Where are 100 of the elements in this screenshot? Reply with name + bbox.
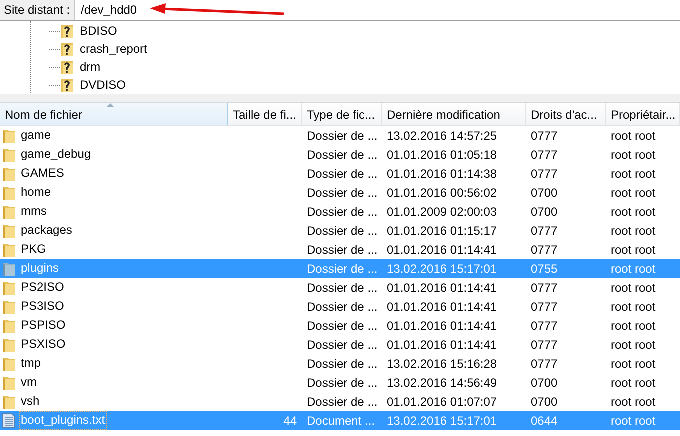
table-cell: 13.02.2016 14:56:49 — [387, 376, 498, 390]
file-row[interactable]: packages Dossier de ... 01.01.2016 01:15:17 0777 root root — [0, 221, 680, 240]
file-name: tmp — [20, 355, 42, 372]
file-row[interactable]: game_debug Dossier de ... 01.01.2016 01:05:18 0777 root root — [0, 145, 680, 164]
column-header[interactable]: Type de fic... — [302, 103, 382, 125]
file-name: PS2ISO — [20, 279, 66, 296]
file-name: PSPISO — [20, 317, 67, 334]
table-cell: 0700 — [531, 204, 558, 218]
unknown-folder-icon — [60, 23, 74, 39]
table-cell: 0777 — [531, 148, 558, 162]
tree-item[interactable]: DVDISO — [80, 78, 126, 92]
table-cell: 0777 — [531, 356, 558, 370]
folder-icon — [2, 280, 16, 296]
table-cell: Dossier de ... — [307, 262, 378, 276]
folder-icon — [2, 146, 16, 162]
table-cell: Dossier de ... — [307, 204, 378, 218]
remote-site-label: Site distant : — [0, 0, 76, 20]
table-cell: Dossier de ... — [307, 128, 378, 142]
column-header[interactable]: Droits d'ac... — [526, 103, 606, 125]
table-cell: Dossier de ... — [307, 338, 378, 352]
file-name: vsh — [20, 393, 41, 410]
file-row[interactable]: GAMES Dossier de ... 01.01.2016 01:14:38 0777 root root — [0, 164, 680, 183]
table-cell: Dossier de ... — [307, 166, 378, 180]
file-name: PKG — [20, 241, 48, 258]
column-header[interactable]: Propriétair... — [606, 103, 680, 125]
folder-icon — [2, 356, 16, 372]
document-icon — [2, 412, 16, 428]
table-cell: Document ... — [307, 414, 376, 428]
table-cell: root root — [611, 300, 656, 314]
table-cell: Dossier de ... — [307, 394, 378, 408]
folder-icon — [2, 394, 16, 410]
file-name: mms — [20, 203, 48, 220]
table-cell: 13.02.2016 14:57:25 — [387, 128, 498, 142]
file-name: GAMES — [20, 165, 66, 182]
tree-item[interactable]: drm — [80, 60, 101, 74]
table-cell: root root — [611, 186, 656, 200]
table-cell: 01.01.2016 01:14:41 — [387, 280, 498, 294]
table-cell: 0777 — [531, 280, 558, 294]
unknown-folder-icon — [60, 59, 74, 75]
file-name: plugins — [20, 260, 60, 277]
file-row[interactable]: game Dossier de ... 13.02.2016 14:57:25 0777 root root — [0, 126, 680, 145]
file-name: PSXISO — [20, 336, 67, 353]
folder-icon — [2, 242, 16, 258]
file-row[interactable]: tmp Dossier de ... 13.02.2016 15:16:28 0777 root root — [0, 354, 680, 373]
table-cell: 01.01.2016 01:07:07 — [387, 394, 498, 408]
table-cell: 0700 — [531, 394, 558, 408]
column-header[interactable]: Dernière modification — [382, 103, 526, 125]
file-row[interactable]: mms Dossier de ... 01.01.2009 02:00:03 0700 root root — [0, 202, 680, 221]
table-cell: 0644 — [531, 414, 558, 428]
file-row[interactable]: PS2ISO Dossier de ... 01.01.2016 01:14:41 0777 root root — [0, 278, 680, 297]
table-cell: 01.01.2009 02:00:03 — [387, 204, 498, 218]
table-cell: root root — [611, 356, 656, 370]
table-cell: 0777 — [531, 224, 558, 238]
file-row[interactable]: home Dossier de ... 01.01.2016 00:56:02 0700 root root — [0, 183, 680, 202]
table-cell: root root — [611, 242, 656, 256]
table-cell: Dossier de ... — [307, 148, 378, 162]
table-cell: 0777 — [531, 338, 558, 352]
file-row[interactable]: vm Dossier de ... 13.02.2016 14:56:49 0700 root root — [0, 373, 680, 392]
file-name: vm — [20, 374, 38, 391]
table-cell: 0700 — [531, 186, 558, 200]
folder-icon — [2, 318, 16, 334]
file-row[interactable]: vsh Dossier de ... 01.01.2016 01:07:07 0700 root root — [0, 392, 680, 411]
folder-icon — [2, 260, 16, 276]
table-cell: root root — [611, 224, 656, 238]
file-row[interactable]: PSXISO Dossier de ... 01.01.2016 01:14:41 0777 root root — [0, 335, 680, 354]
table-cell: 0777 — [531, 300, 558, 314]
table-cell: root root — [611, 376, 656, 390]
folder-icon — [2, 298, 16, 314]
unknown-folder-icon — [60, 77, 74, 93]
table-cell: root root — [611, 318, 656, 332]
table-cell: 13.02.2016 15:17:01 — [387, 262, 498, 276]
file-row[interactable]: PS3ISO Dossier de ... 01.01.2016 01:14:41 0777 root root — [0, 297, 680, 316]
table-cell: Dossier de ... — [307, 376, 378, 390]
table-cell: 0777 — [531, 166, 558, 180]
splitter-bar[interactable] — [0, 94, 680, 103]
table-cell: root root — [611, 414, 656, 428]
unknown-folder-icon — [60, 41, 74, 57]
table-cell: 0777 — [531, 128, 558, 142]
table-cell: 01.01.2016 01:14:41 — [387, 300, 498, 314]
table-cell: root root — [611, 280, 656, 294]
file-row[interactable]: PKG Dossier de ... 01.01.2016 01:14:41 0777 root root — [0, 240, 680, 259]
table-cell: 0755 — [531, 262, 558, 276]
column-header[interactable]: Taille de fi... — [228, 103, 302, 125]
folder-icon — [2, 128, 16, 144]
file-row[interactable]: PSPISO Dossier de ... 01.01.2016 01:14:41 0777 root root — [0, 316, 680, 335]
folder-icon — [2, 184, 16, 200]
table-cell: 44 — [284, 414, 297, 428]
table-cell: Dossier de ... — [307, 356, 378, 370]
table-cell: Dossier de ... — [307, 318, 378, 332]
table-cell: Dossier de ... — [307, 300, 378, 314]
table-cell: 13.02.2016 15:16:28 — [387, 356, 498, 370]
table-cell: Dossier de ... — [307, 242, 378, 256]
table-cell: root root — [611, 338, 656, 352]
file-name: game — [20, 127, 52, 144]
tree-item[interactable]: BDISO — [80, 24, 118, 38]
table-cell: 01.01.2016 01:15:17 — [387, 224, 498, 238]
tree-item[interactable]: crash_report — [80, 42, 148, 56]
table-cell: 13.02.2016 15:17:01 — [387, 414, 498, 428]
column-header[interactable]: Nom de fichier — [0, 103, 228, 125]
table-cell: root root — [611, 148, 656, 162]
